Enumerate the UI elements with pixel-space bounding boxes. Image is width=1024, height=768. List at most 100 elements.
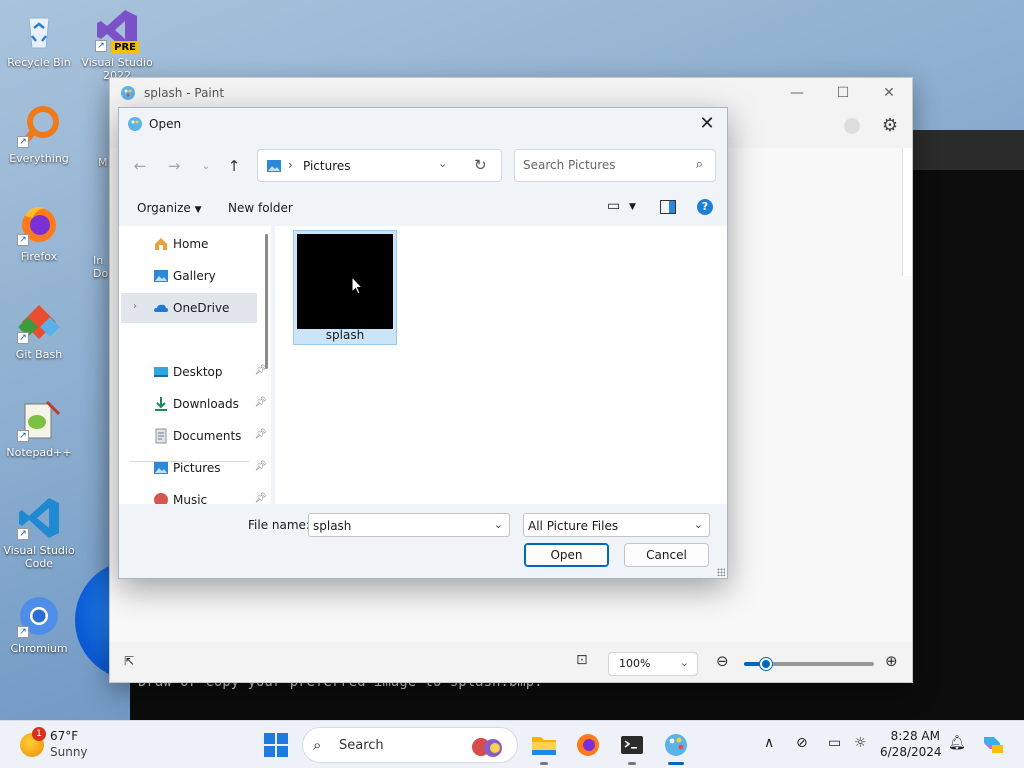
nav-item-gallery[interactable]: Gallery: [121, 261, 257, 291]
view-dropdown-icon[interactable]: ▼: [629, 202, 636, 212]
fit-to-window-icon[interactable]: ⊡: [576, 652, 588, 668]
up-button[interactable]: ↑: [221, 154, 247, 178]
desktop-icon-everything[interactable]: ↗ Everything: [0, 104, 78, 165]
nav-item-label: Desktop: [173, 365, 223, 379]
pictures-icon: [154, 462, 168, 474]
organize-button[interactable]: Organize ▼: [137, 201, 202, 215]
desktop-icon-notepad-plus-plus[interactable]: ↗ Notepad++: [0, 398, 78, 459]
accessibility-icon[interactable]: ☼: [854, 735, 867, 751]
preview-pane-icon[interactable]: [660, 200, 676, 217]
terminal-icon: [621, 736, 643, 754]
recent-locations-button[interactable]: ⌄: [193, 154, 219, 178]
desktop-icon-label: Chromium: [10, 642, 68, 655]
cancel-button[interactable]: Cancel: [624, 543, 709, 567]
resize-grip[interactable]: [717, 568, 725, 576]
expand-chevron-icon[interactable]: ›: [133, 301, 137, 312]
nav-item-label: Music: [173, 493, 208, 504]
minimize-button[interactable]: —: [774, 78, 820, 108]
chevron-down-icon[interactable]: ⌄: [494, 518, 503, 531]
documents-icon: [155, 428, 167, 444]
everything-icon: ↗: [17, 104, 61, 148]
close-button[interactable]: ✕: [866, 78, 912, 108]
forward-button[interactable]: →: [161, 154, 187, 178]
weather-condition: Sunny: [50, 745, 88, 759]
notepad-plus-plus-icon: ↗: [17, 398, 61, 442]
chevron-down-icon[interactable]: ⌄: [438, 157, 447, 170]
zoom-slider[interactable]: [744, 658, 874, 670]
chevron-up-icon[interactable]: ∧: [764, 735, 774, 751]
downloads-icon: [155, 397, 167, 411]
shortcut-arrow-icon: ↗: [17, 136, 29, 148]
start-icon-tile: [264, 746, 275, 757]
search-box[interactable]: ⌕: [514, 149, 716, 182]
system-clock[interactable]: 8:28 AM 6/28/2024: [880, 728, 942, 760]
taskbar: 1 67°F Sunny ⌕ Search ∧ ⊘ ▭ ☼ 8:28 AM 6/…: [0, 720, 1024, 768]
vscode-icon: ↗: [17, 496, 61, 540]
taskbar-paint[interactable]: [658, 727, 694, 765]
nav-item-downloads[interactable]: Downloads 📌︎: [121, 389, 267, 419]
file-name-label: File name:: [248, 518, 310, 532]
mouse-cursor-icon: [351, 276, 363, 295]
music-icon: [154, 493, 168, 504]
partial-label: In: [93, 254, 104, 267]
file-type-select[interactable]: All Picture Files ⌄: [523, 513, 710, 537]
desktop-icon-firefox[interactable]: ↗ Firefox: [0, 202, 78, 263]
taskbar-firefox[interactable]: [570, 727, 606, 763]
chevron-down-icon: ⌄: [679, 656, 689, 669]
desktop-icon-visual-studio-2022[interactable]: PRE ↗ Visual Studio 2022: [78, 8, 156, 82]
zoom-slider-handle[interactable]: [760, 658, 772, 670]
search-icon: ⌕: [695, 157, 703, 172]
refresh-icon[interactable]: ↻: [474, 156, 487, 174]
pin-icon: 📌︎: [254, 493, 267, 504]
file-type-value: All Picture Files: [528, 519, 619, 533]
file-item-splash[interactable]: splash: [293, 230, 397, 345]
desktop-icon-git-bash[interactable]: ↗ Git Bash: [0, 300, 78, 361]
taskbar-file-explorer[interactable]: [526, 727, 562, 765]
maximize-button[interactable]: ☐: [820, 78, 866, 108]
nav-item-music[interactable]: Music 📌︎: [121, 485, 267, 504]
start-button[interactable]: [264, 733, 288, 757]
search-highlight-icon: [472, 738, 502, 757]
nav-scrollbar[interactable]: [265, 234, 268, 369]
clock-date: 6/28/2024: [880, 745, 942, 759]
network-offline-icon[interactable]: ⊘: [796, 735, 808, 751]
zoom-in-icon[interactable]: ⊕: [885, 652, 898, 670]
desktop-icon-vscode[interactable]: ↗ Visual Studio Code: [0, 496, 78, 570]
search-input[interactable]: [523, 158, 683, 172]
copilot-icon[interactable]: [980, 731, 1004, 759]
paint-icon: [665, 734, 687, 756]
dialog-close-button[interactable]: ✕: [695, 112, 719, 136]
open-button[interactable]: Open: [524, 543, 609, 567]
paint-side-panel: [902, 148, 912, 276]
new-folder-button[interactable]: New folder: [228, 201, 293, 215]
start-icon-tile: [277, 746, 288, 757]
taskbar-search[interactable]: ⌕ Search: [302, 727, 518, 763]
breadcrumb-separator-icon: ›: [288, 158, 293, 172]
address-bar[interactable]: › Pictures ⌄ ↻: [257, 149, 502, 182]
account-icon[interactable]: [844, 118, 860, 134]
view-icon[interactable]: ▭: [607, 198, 620, 214]
desktop-icon-chromium[interactable]: ↗ Chromium: [0, 594, 78, 655]
nav-item-onedrive[interactable]: › OneDrive: [121, 293, 257, 323]
breadcrumb-pictures[interactable]: Pictures: [303, 159, 351, 173]
nav-item-pictures[interactable]: Pictures 📌︎: [121, 453, 267, 483]
notification-bell-icon[interactable]: 🔔︎: [948, 735, 966, 751]
taskbar-search-label: Search: [339, 738, 384, 753]
file-name-field[interactable]: splash ⌄: [308, 513, 510, 537]
taskbar-terminal[interactable]: [614, 727, 650, 765]
weather-alert-badge: 1: [32, 727, 46, 741]
zoom-select[interactable]: 100% ⌄: [608, 652, 698, 676]
desktop-icon-label: Visual Studio Code: [3, 544, 75, 570]
running-indicator: [628, 762, 636, 765]
visual-studio-icon: PRE ↗: [95, 8, 139, 54]
zoom-out-icon[interactable]: ⊖: [716, 652, 729, 670]
nav-item-home[interactable]: Home: [121, 229, 257, 259]
desktop-icon-recycle-bin[interactable]: Recycle Bin: [0, 8, 78, 69]
nav-item-desktop[interactable]: Desktop 📌︎: [121, 357, 267, 387]
display-icon[interactable]: ▭: [828, 735, 841, 751]
back-button[interactable]: ←: [127, 154, 153, 178]
chevron-down-icon: ⌄: [693, 518, 703, 531]
nav-item-documents[interactable]: Documents 📌︎: [121, 421, 267, 451]
gear-icon[interactable]: ⚙: [882, 115, 898, 136]
help-icon[interactable]: ?: [697, 199, 713, 215]
